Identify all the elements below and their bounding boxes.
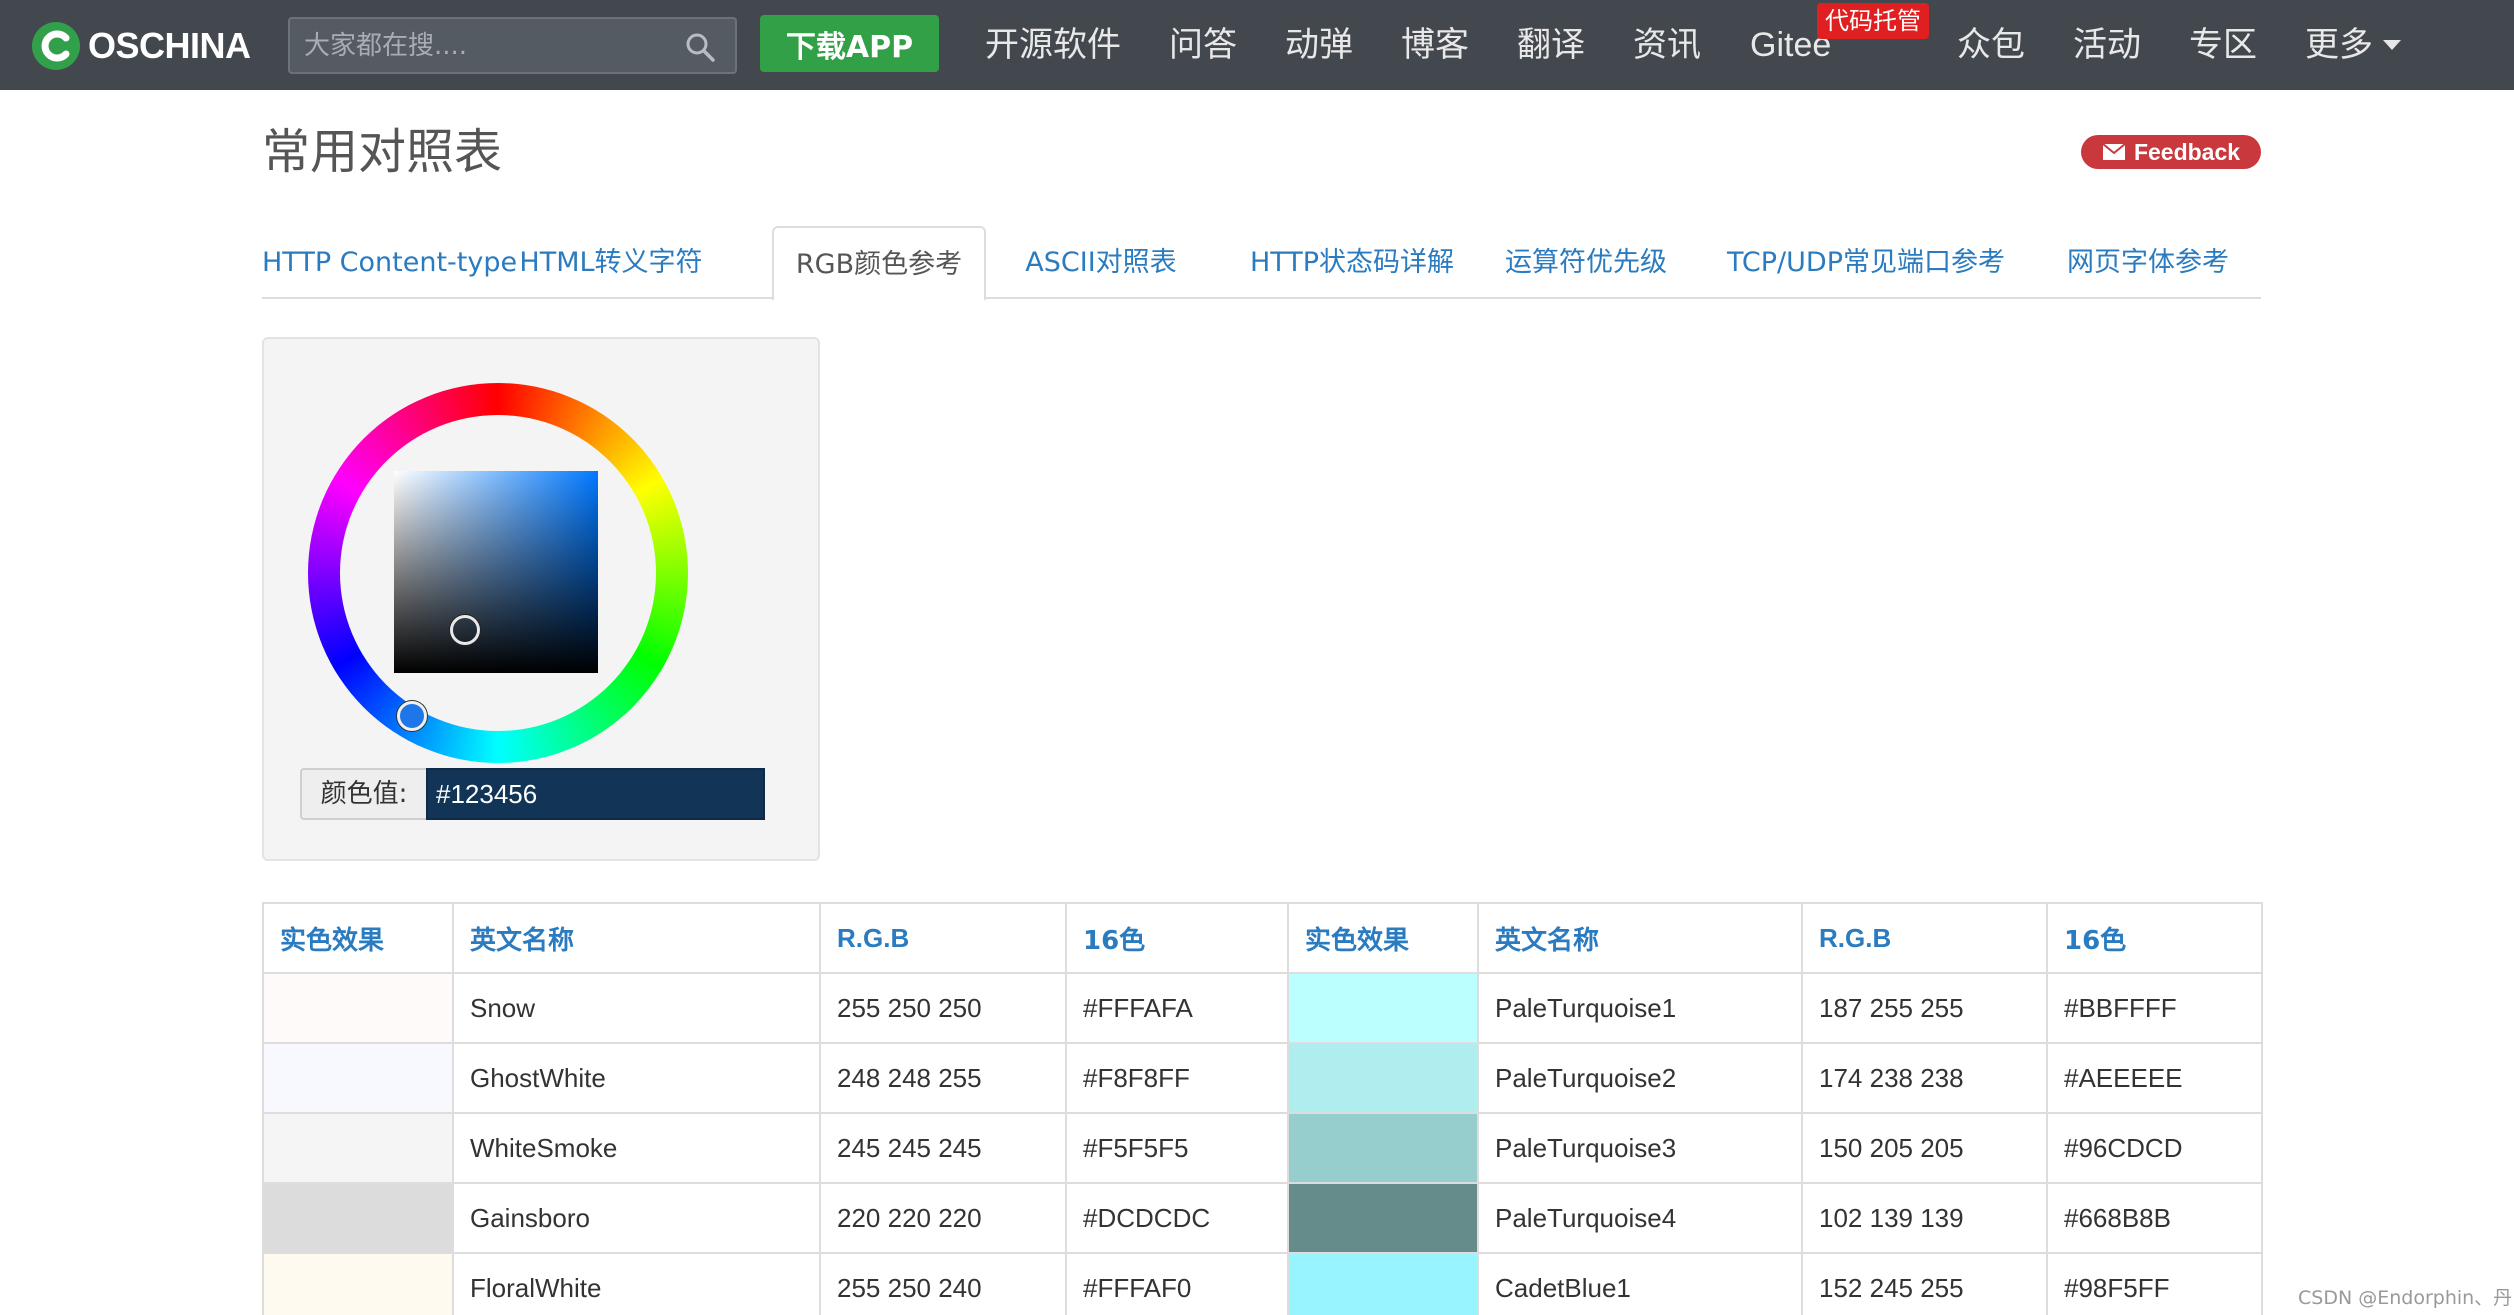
nav-item-blog[interactable]: 博客 bbox=[1401, 18, 1469, 72]
caret-down-icon bbox=[2383, 39, 2401, 50]
table-row: Gainsboro 220 220 220 #DCDCDC PaleTurquoise… bbox=[262, 1182, 2263, 1254]
logo-text: OSCHINA bbox=[88, 25, 251, 66]
tab-tcp-udp-ports[interactable]: TCP/UDP常见端口参考 bbox=[1716, 226, 2016, 299]
nav-item-more[interactable]: 更多 bbox=[2305, 18, 2401, 72]
hex-value-cell: #F5F5F5 bbox=[1065, 1112, 1289, 1184]
color-swatch bbox=[262, 972, 454, 1044]
table-header-row: 实色效果 英文名称 R.G.B 16色 实色效果 英文名称 R.G.B 16色 bbox=[262, 902, 2263, 974]
rgb-value-cell: 150 205 205 bbox=[1801, 1112, 2048, 1184]
color-picker-panel: 颜色值: bbox=[262, 337, 820, 861]
color-name-cell: PaleTurquoise1 bbox=[1477, 972, 1803, 1044]
nav-item-zones[interactable]: 专区 bbox=[2189, 18, 2257, 72]
color-name-cell: Snow bbox=[452, 972, 821, 1044]
tab-http-content-type[interactable]: HTTP Content-type bbox=[262, 226, 517, 299]
color-swatch bbox=[1287, 972, 1479, 1044]
feedback-label: Feedback bbox=[2133, 138, 2241, 165]
top-navbar: OSCHINA 下载APP 开源软件 问答 动弹 博客 翻译 资讯 Gitee … bbox=[0, 0, 2514, 90]
search-input[interactable] bbox=[304, 19, 664, 72]
tab-ascii[interactable]: ASCII对照表 bbox=[1008, 226, 1194, 299]
hex-value-cell: #96CDCD bbox=[2046, 1112, 2263, 1184]
page-title: 常用对照表 bbox=[262, 124, 503, 180]
nav-item-open-source[interactable]: 开源软件 bbox=[985, 18, 1121, 72]
color-name-cell: PaleTurquoise2 bbox=[1477, 1042, 1803, 1114]
rgb-value-cell: 102 139 139 bbox=[1801, 1182, 2048, 1254]
nav-item-tweets[interactable]: 动弹 bbox=[1285, 18, 1353, 72]
saturation-value-square[interactable] bbox=[394, 471, 598, 673]
oschina-logo-icon bbox=[32, 22, 80, 70]
gitee-badge: 代码托管 bbox=[1817, 3, 1929, 39]
header-swatch-2: 实色效果 bbox=[1287, 902, 1479, 974]
color-swatch bbox=[1287, 1112, 1479, 1184]
saturation-value-handle[interactable] bbox=[450, 615, 480, 645]
rgb-value-cell: 255 250 240 bbox=[819, 1252, 1067, 1315]
color-swatch bbox=[1287, 1042, 1479, 1114]
color-value-input[interactable] bbox=[426, 768, 765, 820]
color-name-cell: FloralWhite bbox=[452, 1252, 821, 1315]
rgb-value-cell: 245 245 245 bbox=[819, 1112, 1067, 1184]
hex-value-cell: #668B8B bbox=[2046, 1182, 2263, 1254]
header-name: 英文名称 bbox=[452, 902, 821, 974]
color-swatch bbox=[262, 1042, 454, 1114]
nav-more-label: 更多 bbox=[2305, 25, 2373, 65]
hex-value-cell: #98F5FF bbox=[2046, 1252, 2263, 1315]
tab-rgb-colors[interactable]: RGB颜色参考 bbox=[772, 226, 986, 301]
color-name-cell: PaleTurquoise4 bbox=[1477, 1182, 1803, 1254]
nav-item-translate[interactable]: 翻译 bbox=[1517, 18, 1585, 72]
hex-value-cell: #FFFAF0 bbox=[1065, 1252, 1289, 1315]
color-swatch bbox=[262, 1252, 454, 1315]
color-name-cell: GhostWhite bbox=[452, 1042, 821, 1114]
rgb-value-cell: 152 245 255 bbox=[1801, 1252, 2048, 1315]
header-swatch: 实色效果 bbox=[262, 902, 454, 974]
rgb-value-cell: 255 250 250 bbox=[819, 972, 1067, 1044]
header-hex: 16色 bbox=[1065, 902, 1289, 974]
hex-value-cell: #DCDCDC bbox=[1065, 1182, 1289, 1254]
header-rgb: R.G.B bbox=[819, 902, 1067, 974]
color-swatch bbox=[1287, 1252, 1479, 1315]
color-name-cell: PaleTurquoise3 bbox=[1477, 1112, 1803, 1184]
rgb-value-cell: 220 220 220 bbox=[819, 1182, 1067, 1254]
rgb-color-table: 实色效果 英文名称 R.G.B 16色 实色效果 英文名称 R.G.B 16色 … bbox=[262, 902, 2263, 1315]
hue-handle[interactable] bbox=[397, 701, 427, 731]
download-app-button[interactable]: 下载APP bbox=[760, 15, 939, 72]
tab-html-escape[interactable]: HTML转义字符 bbox=[518, 226, 704, 299]
header-hex-2: 16色 bbox=[2046, 902, 2263, 974]
color-name-cell: CadetBlue1 bbox=[1477, 1252, 1803, 1315]
rgb-value-cell: 248 248 255 bbox=[819, 1042, 1067, 1114]
table-row: FloralWhite 255 250 240 #FFFAF0 CadetBlue1 1… bbox=[262, 1252, 2263, 1315]
nav-item-events[interactable]: 活动 bbox=[2073, 18, 2141, 72]
hex-value-cell: #BBFFFF bbox=[2046, 972, 2263, 1044]
search-box bbox=[288, 17, 737, 74]
oschina-logo[interactable]: OSCHINA bbox=[30, 20, 251, 72]
tab-web-fonts[interactable]: 网页字体参考 bbox=[2054, 226, 2242, 299]
color-swatch bbox=[1287, 1182, 1479, 1254]
hex-value-cell: #AEEEEE bbox=[2046, 1042, 2263, 1114]
hex-value-cell: #F8F8FF bbox=[1065, 1042, 1289, 1114]
color-swatch bbox=[262, 1112, 454, 1184]
color-value-label: 颜色值: bbox=[300, 768, 426, 820]
table-row: Snow 255 250 250 #FFFAFA PaleTurquoise1 187 … bbox=[262, 972, 2263, 1044]
color-name-cell: WhiteSmoke bbox=[452, 1112, 821, 1184]
table-row: GhostWhite 248 248 255 #F8F8FF PaleTurquois… bbox=[262, 1042, 2263, 1114]
color-table-body: Snow 255 250 250 #FFFAFA PaleTurquoise1 187 … bbox=[262, 972, 2263, 1315]
feedback-button[interactable]: Feedback bbox=[2081, 135, 2261, 169]
header-rgb-2: R.G.B bbox=[1801, 902, 2048, 974]
rgb-value-cell: 174 238 238 bbox=[1801, 1042, 2048, 1114]
color-name-cell: Gainsboro bbox=[452, 1182, 821, 1254]
rgb-value-cell: 187 255 255 bbox=[1801, 972, 2048, 1044]
nav-item-crowdsourcing[interactable]: 众包 bbox=[1957, 18, 2025, 72]
header-name-2: 英文名称 bbox=[1477, 902, 1803, 974]
nav-item-news[interactable]: 资讯 bbox=[1633, 18, 1701, 72]
search-icon[interactable] bbox=[685, 32, 715, 62]
nav-item-qa[interactable]: 问答 bbox=[1169, 18, 1237, 72]
hex-value-cell: #FFFAFA bbox=[1065, 972, 1289, 1044]
tab-operator-precedence[interactable]: 运算符优先级 bbox=[1492, 226, 1680, 299]
tab-http-status[interactable]: HTTP状态码详解 bbox=[1244, 226, 1460, 299]
table-row: WhiteSmoke 245 245 245 #F5F5F5 PaleTurquois… bbox=[262, 1112, 2263, 1184]
reference-tabs: HTTP Content-type HTML转义字符 RGB颜色参考 ASCII… bbox=[262, 226, 2261, 301]
color-swatch bbox=[262, 1182, 454, 1254]
mail-icon bbox=[2102, 143, 2126, 160]
csdn-watermark: CSDN @Endorphin、丹 bbox=[2298, 1287, 2513, 1309]
